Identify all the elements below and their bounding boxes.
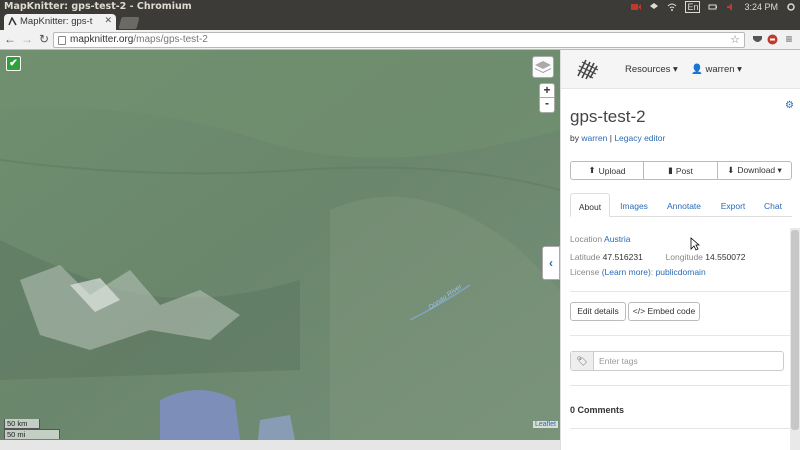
byline-separator: | <box>609 133 612 143</box>
by-prefix: by <box>570 133 579 143</box>
browser-tab[interactable]: MapKnitter: gps-t ✕ <box>4 14 116 30</box>
browser-toolbar: ← → ↻ mapknitter.org/maps/gps-test-2 ☆ ≡ <box>0 30 800 50</box>
location-row: Location Austria <box>570 234 631 244</box>
wifi-icon[interactable] <box>667 2 677 12</box>
sidebar: Resources ▾ 👤 warren ▾ ⚙ gps-test-2 by w… <box>560 50 800 450</box>
legacy-editor-link[interactable]: Legacy editor <box>614 133 665 143</box>
horizontal-scrollbar[interactable] <box>0 440 560 450</box>
volume-icon[interactable] <box>726 2 736 12</box>
system-tray: En 3:24 PM <box>631 1 796 13</box>
battery-icon[interactable] <box>708 2 718 12</box>
scale-km: 50 km <box>4 419 40 429</box>
video-icon[interactable] <box>631 2 642 12</box>
divider <box>570 335 792 336</box>
mapknitter-favicon-icon <box>8 17 17 26</box>
tab-about[interactable]: About <box>570 193 610 217</box>
upload-icon: ⬆ <box>588 165 596 175</box>
tag-icon: 🏷 <box>571 352 594 370</box>
layers-icon <box>535 61 551 73</box>
divider <box>570 428 792 429</box>
window-title: MapKnitter: gps-test-2 - Chromium <box>4 1 192 12</box>
back-arrow-icon[interactable]: ← <box>3 32 17 46</box>
extension-block-icon[interactable] <box>767 34 778 45</box>
license-label: License <box>570 267 600 277</box>
download-label: Download ▾ <box>737 165 782 175</box>
forward-arrow-icon[interactable]: → <box>20 32 34 46</box>
download-icon: ⬇ <box>727 165 735 175</box>
tab-title: MapKnitter: gps-t <box>20 16 93 27</box>
divider <box>570 291 792 292</box>
post-label: Post <box>675 165 693 176</box>
download-button[interactable]: ⬇ Download ▾ <box>718 161 792 180</box>
location-label: Location <box>570 234 603 244</box>
license-link[interactable]: publicdomain <box>656 267 706 277</box>
license-row: License (Learn more): publicdomain <box>570 267 706 277</box>
user-menu[interactable]: 👤 warren ▾ <box>691 64 742 75</box>
zoom-out-button[interactable]: - <box>539 97 555 113</box>
embed-code-button[interactable]: </> Embed code <box>628 302 700 321</box>
reload-icon[interactable]: ↻ <box>37 32 51 46</box>
document-icon: ▮ <box>668 165 673 175</box>
tags-field: 🏷 <box>570 351 784 371</box>
layers-control[interactable] <box>532 56 554 78</box>
latitude-value: 47.516231 <box>602 252 643 262</box>
menu-icon[interactable]: ≡ <box>782 32 796 46</box>
user-icon: 👤 <box>691 64 706 75</box>
url-path: /maps/gps-test-2 <box>133 34 208 45</box>
upload-button[interactable]: ⬆ Upload <box>570 161 644 180</box>
mouse-cursor-icon <box>690 237 700 251</box>
bookmark-star-icon[interactable]: ☆ <box>730 33 740 46</box>
leaflet-attribution-link[interactable]: Leaflet <box>532 421 558 428</box>
edit-details-button[interactable]: Edit details <box>570 302 626 321</box>
dropbox-icon[interactable] <box>649 2 659 12</box>
sidebar-toggle-chevron-icon[interactable]: ‹ <box>542 246 560 280</box>
latitude-label: Latitude <box>570 252 601 262</box>
license-colon: : <box>650 267 654 277</box>
coordinates-row: Latitude 47.516231 Longitude 14.550072 <box>570 252 745 262</box>
scrollbar-thumb[interactable] <box>791 230 799 430</box>
user-menu-label: warren ▾ <box>705 64 742 75</box>
gear-icon[interactable] <box>786 2 796 12</box>
tags-input[interactable] <box>595 353 781 369</box>
tab-export[interactable]: Export <box>712 193 754 217</box>
os-top-bar: MapKnitter: gps-test-2 - Chromium En 3:2… <box>0 0 800 14</box>
browser-tabstrip: MapKnitter: gps-t ✕ <box>0 14 800 30</box>
sidebar-header: Resources ▾ 👤 warren ▾ <box>561 50 800 89</box>
resources-menu[interactable]: Resources ▾ <box>625 64 678 75</box>
checkmark-icon[interactable]: ✔ <box>6 56 21 71</box>
pocket-icon[interactable] <box>752 34 763 45</box>
location-link[interactable]: Austria <box>604 234 630 244</box>
upload-label: Upload <box>598 165 626 176</box>
longitude-value: 14.550072 <box>705 252 746 262</box>
page-icon <box>58 36 66 45</box>
new-tab-button[interactable] <box>118 17 140 29</box>
sidebar-scrollbar[interactable] <box>790 228 800 450</box>
page-title: gps-test-2 <box>570 107 646 126</box>
byline: by warren | Legacy editor <box>570 133 665 143</box>
learn-more-link[interactable]: (Learn more) <box>602 267 651 277</box>
url-host: mapknitter.org <box>70 34 134 45</box>
clock[interactable]: 3:24 PM <box>744 2 778 12</box>
close-icon[interactable]: ✕ <box>104 15 112 26</box>
scale-mi: 50 mi <box>4 429 60 439</box>
divider <box>570 385 792 386</box>
longitude-label: Longitude <box>665 252 703 262</box>
mapknitter-logo-icon[interactable] <box>574 56 602 82</box>
keyboard-layout[interactable]: En <box>685 1 701 13</box>
satellite-imagery <box>0 50 560 440</box>
sidebar-tabs: About Images Annotate Export Chat <box>570 193 792 217</box>
post-button[interactable]: ▮ Post <box>644 161 718 180</box>
tab-images[interactable]: Images <box>612 193 656 217</box>
map-view[interactable]: ✔ + - ‹ Donau River 50 km 50 mi Leaflet <box>0 50 560 440</box>
tab-annotate[interactable]: Annotate <box>658 193 710 217</box>
author-link[interactable]: warren <box>581 133 607 143</box>
tab-chat[interactable]: Chat <box>756 193 790 217</box>
gear-icon[interactable]: ⚙ <box>785 100 794 111</box>
address-bar[interactable]: mapknitter.org/maps/gps-test-2 ☆ <box>53 32 745 48</box>
comments-heading: 0 Comments <box>570 405 625 415</box>
action-buttons: ⬆ Upload ▮ Post ⬇ Download ▾ <box>570 161 792 180</box>
